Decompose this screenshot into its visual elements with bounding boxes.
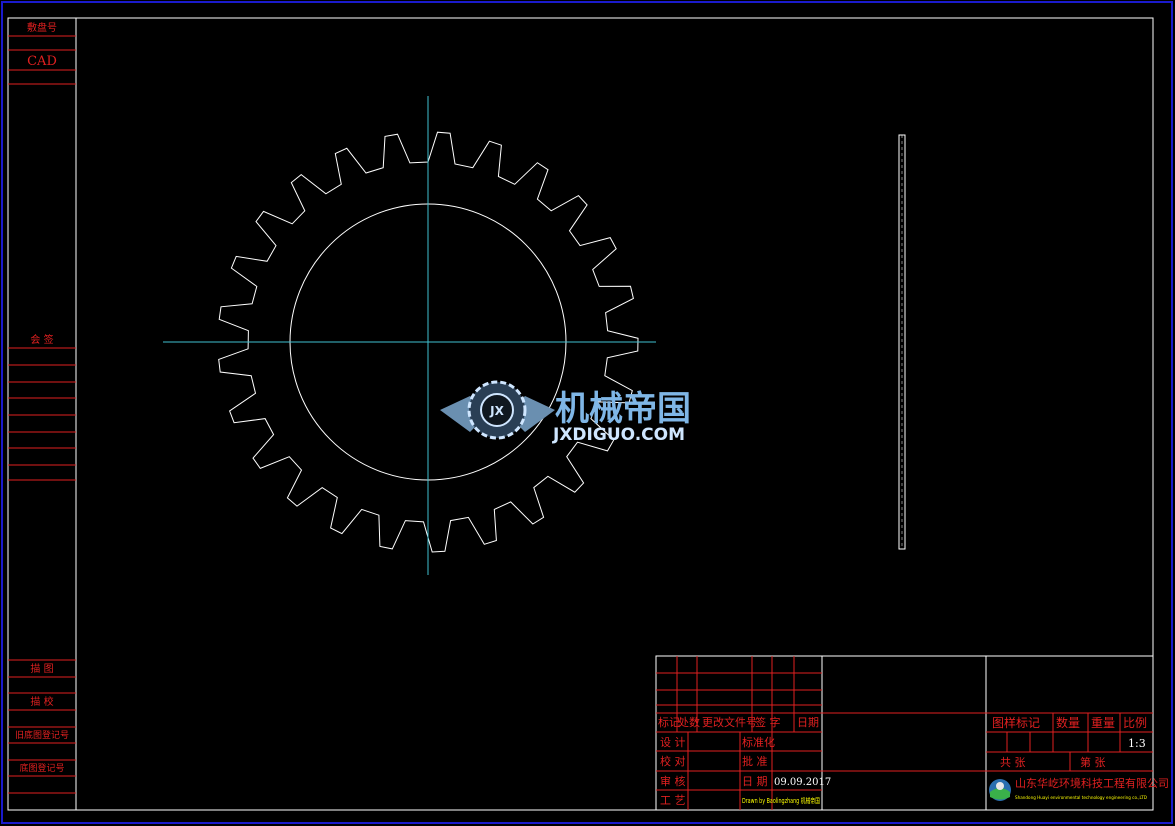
gear-side-view [898, 134, 906, 550]
sheet-no-label: 第 张 [1080, 755, 1106, 769]
header-mark: 标记 [658, 715, 680, 729]
strip-cad-label: CAD [27, 54, 57, 69]
stage-mark-label: 图样标记 [992, 715, 1040, 730]
company-name-en: Shandong Huayi environmental technology … [1015, 795, 1147, 801]
total-sheets-label: 共 张 [1000, 756, 1026, 769]
date-value: 09.09.2017 [774, 777, 831, 788]
date-label: 日 期 [742, 775, 768, 788]
company-name-cn: 山东华屹环境科技工程有限公司 [1015, 776, 1169, 790]
watermark-chinese: 机械帝国 [555, 389, 691, 429]
design-label: 设 计 [660, 736, 686, 749]
yellow-note: Drawn by Baolingzhang 机械帝国 [742, 796, 820, 805]
process-label: 工 艺 [660, 794, 686, 807]
gear-wings-logo-icon: JX [440, 380, 555, 440]
quantity-label: 数量 [1056, 715, 1080, 730]
strip-base-reg-label: 底图登记号 [19, 762, 64, 774]
scale-label: 比例 [1123, 716, 1147, 730]
header-date: 日期 [797, 716, 819, 729]
strip-draw-label: 描 图 [30, 662, 53, 675]
review-label: 审 核 [660, 774, 686, 788]
header-sign: 签 字 [755, 715, 781, 729]
left-strip-lines [8, 35, 76, 794]
approve-label: 批 准 [742, 754, 768, 768]
header-doc-no: 更改文件号 [702, 715, 757, 729]
globe-logo-icon [989, 779, 1011, 801]
standardize-label: 标准化 [742, 735, 775, 749]
watermark-logo: JX 机械帝国 JXDIGUO.COM [440, 380, 691, 445]
weight-label: 重量 [1091, 716, 1115, 730]
cad-drawing-canvas: 敷盘号 CAD 会 签 描 图 描 校 旧底图登记号 底图登记号 JX 机械帝国… [1, 1, 1173, 824]
scale-value: 1:3 [1128, 737, 1146, 750]
header-count: 处数 [678, 716, 700, 729]
title-block: 标记 处数 更改文件号 签 字 日期 设 计 标准化 校 对 批 准 审 核 日… [655, 655, 1169, 811]
strip-check-label: 描 校 [30, 695, 53, 708]
strip-countersign-label: 会 签 [30, 333, 53, 346]
logo-badge-text: JX [489, 404, 504, 418]
strip-old-reg-label: 旧底图登记号 [15, 729, 69, 741]
gear-front-view [163, 96, 656, 575]
watermark-english: JXDIGUO.COM [552, 425, 685, 445]
proofread-label: 校 对 [660, 754, 686, 768]
strip-top-label: 敷盘号 [27, 21, 57, 34]
